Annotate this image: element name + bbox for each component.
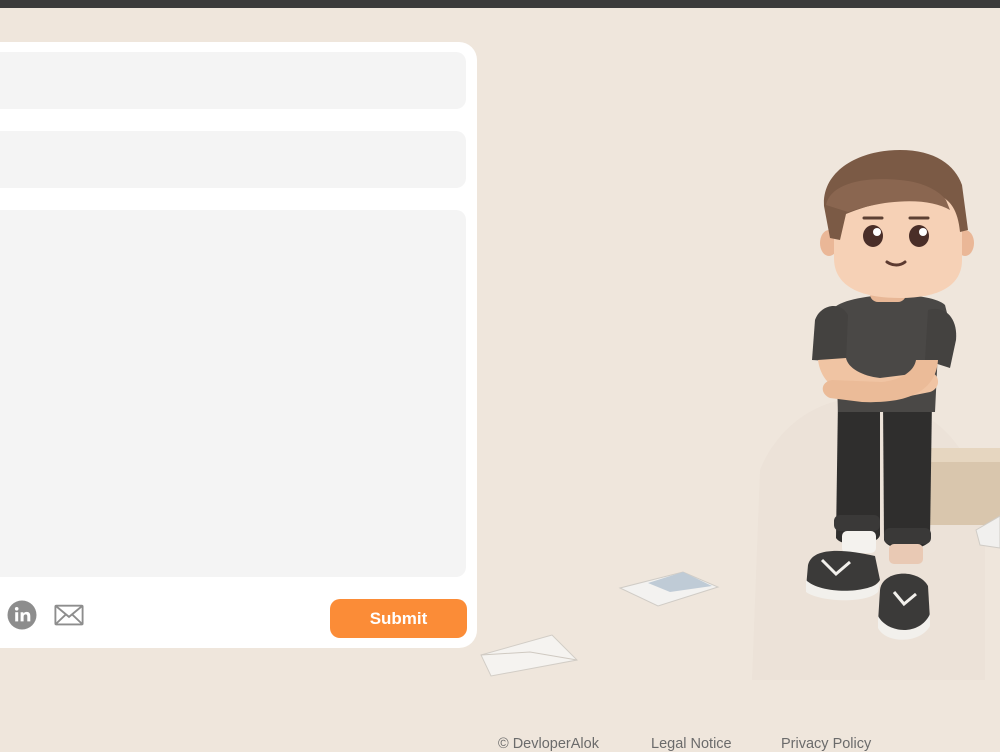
top-bar	[0, 0, 1000, 8]
email-link[interactable]	[54, 600, 84, 630]
envelope-icon	[618, 571, 720, 607]
email-field[interactable]	[0, 131, 466, 188]
envelope-icon	[975, 515, 1000, 549]
name-field[interactable]	[0, 52, 466, 109]
linkedin-icon	[7, 600, 37, 630]
submit-button[interactable]: Submit	[330, 599, 467, 638]
mail-icon	[54, 604, 84, 626]
contact-form-card: Submit	[0, 42, 477, 648]
envelope-icon	[480, 634, 579, 677]
character-figure	[806, 150, 974, 640]
message-field[interactable]	[0, 210, 466, 577]
footer: © DevloperAlok Legal Notice Privacy Poli…	[0, 736, 1000, 752]
linkedin-link[interactable]	[7, 600, 37, 630]
